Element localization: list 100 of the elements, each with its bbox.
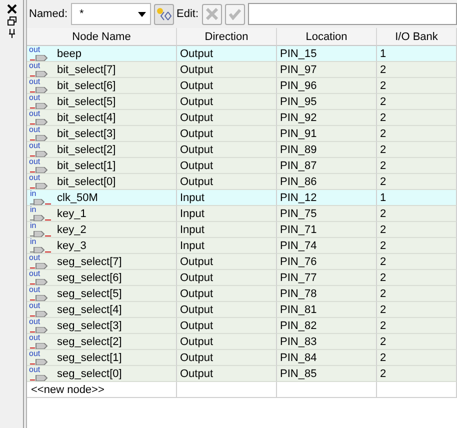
node-name: key_1	[57, 208, 86, 220]
table-cell: Output	[177, 158, 277, 174]
table-cell: 2	[377, 302, 457, 318]
node-name: bit_select[7]	[57, 64, 116, 76]
table-cell: Output	[177, 62, 277, 78]
restore-icon[interactable]	[6, 16, 16, 26]
table-cell: Output	[177, 318, 277, 334]
table-cell: 2	[377, 142, 457, 158]
node-name: seg_select[6]	[57, 272, 122, 284]
edit-field[interactable]	[248, 3, 457, 25]
table-cell: 2	[377, 286, 457, 302]
table-cell: PIN_95	[277, 94, 377, 110]
table-cell: Output	[177, 126, 277, 142]
table-cell: Input	[177, 206, 277, 222]
table-cell: Input	[177, 222, 277, 238]
table-cell: 2	[377, 174, 457, 190]
node-name: bit_select[1]	[57, 160, 116, 172]
node-name: seg_select[5]	[57, 288, 122, 300]
table-cell: 2	[377, 126, 457, 142]
table-cell: Output	[177, 350, 277, 366]
table-cell: PIN_87	[277, 158, 377, 174]
table-cell: Input	[177, 190, 277, 206]
node-name: key_2	[57, 224, 86, 236]
table-cell: 2	[377, 62, 457, 78]
edit-label: Edit:	[176, 8, 199, 20]
table-cell: 2	[377, 222, 457, 238]
table-cell: Output	[177, 366, 277, 382]
table-cell: PIN_86	[277, 174, 377, 190]
table-cell: 2	[377, 94, 457, 110]
table-cell: Output	[177, 254, 277, 270]
table-cell: Output	[177, 334, 277, 350]
table-cell: 2	[377, 238, 457, 254]
table-cell: Output	[177, 94, 277, 110]
filter-button[interactable]	[154, 4, 174, 24]
column-header[interactable]: Location	[277, 28, 377, 46]
table-cell: PIN_74	[277, 238, 377, 254]
table-cell: PIN_75	[277, 206, 377, 222]
table-cell: PIN_78	[277, 286, 377, 302]
node-name: bit_select[2]	[57, 144, 116, 156]
table-cell: 1	[377, 190, 457, 206]
table-cell: PIN_97	[277, 62, 377, 78]
table-cell: Input	[177, 238, 277, 254]
column-header[interactable]: Direction	[177, 28, 277, 46]
node-name: bit_select[3]	[57, 128, 116, 140]
table-cell: 2	[377, 270, 457, 286]
node-name: seg_select[1]	[57, 352, 122, 364]
table-cell: PIN_81	[277, 302, 377, 318]
pin-icon[interactable]	[6, 28, 16, 39]
table-cell: PIN_82	[277, 318, 377, 334]
close-icon[interactable]	[6, 4, 16, 14]
node-name: beep	[57, 48, 82, 60]
table-cell: PIN_15	[277, 46, 377, 62]
table-cell: PIN_85	[277, 366, 377, 382]
table-cell: 1	[377, 46, 457, 62]
table-cell: 2	[377, 158, 457, 174]
new-node-cell[interactable]: <<new node>>	[27, 382, 177, 398]
named-label: Named:	[29, 8, 68, 20]
node-name: bit_select[0]	[57, 176, 116, 188]
node-name: bit_select[6]	[57, 80, 116, 92]
table-cell: PIN_83	[277, 334, 377, 350]
column-header[interactable]: I/O Bank	[377, 28, 457, 46]
table-cell: Output	[177, 78, 277, 94]
table-cell: Output	[177, 174, 277, 190]
node-name: seg_select[3]	[57, 320, 122, 332]
table-cell: 2	[377, 318, 457, 334]
table-cell: 2	[377, 206, 457, 222]
table-cell: PIN_12	[277, 190, 377, 206]
table-cell: Output	[177, 110, 277, 126]
table-cell: PIN_84	[277, 350, 377, 366]
check-icon	[228, 8, 241, 20]
node-name: seg_select[4]	[57, 304, 122, 316]
table-cell: 2	[377, 350, 457, 366]
node-name: key_3	[57, 240, 86, 252]
table-cell: Output	[177, 286, 277, 302]
table-cell: 2	[377, 78, 457, 94]
table-cell: 2	[377, 254, 457, 270]
node-name: clk_50M	[57, 192, 98, 204]
table-cell: PIN_76	[277, 254, 377, 270]
table-cell: PIN_96	[277, 78, 377, 94]
table-cell: PIN_89	[277, 142, 377, 158]
table-cell: PIN_71	[277, 222, 377, 238]
table-cell: PIN_77	[277, 270, 377, 286]
table-cell: Output	[177, 270, 277, 286]
table-cell: 2	[377, 366, 457, 382]
table-cell: PIN_91	[277, 126, 377, 142]
node-name: seg_select[0]	[57, 368, 122, 380]
node-name: bit_select[5]	[57, 96, 116, 108]
table-cell: PIN_92	[277, 110, 377, 126]
node-name: bit_select[4]	[57, 112, 116, 124]
table-cell: Output	[177, 46, 277, 62]
dropdown-arrow-icon[interactable]	[138, 12, 146, 16]
node-name: seg_select[7]	[57, 256, 122, 268]
node-name: seg_select[2]	[57, 336, 122, 348]
column-header[interactable]: Node Name	[27, 28, 177, 46]
named-dropdown[interactable]: *	[70, 3, 151, 25]
table-cell: 2	[377, 334, 457, 350]
table-cell: Output	[177, 142, 277, 158]
table-cell: 2	[377, 110, 457, 126]
table-cell: Output	[177, 302, 277, 318]
cross-icon	[206, 8, 218, 20]
